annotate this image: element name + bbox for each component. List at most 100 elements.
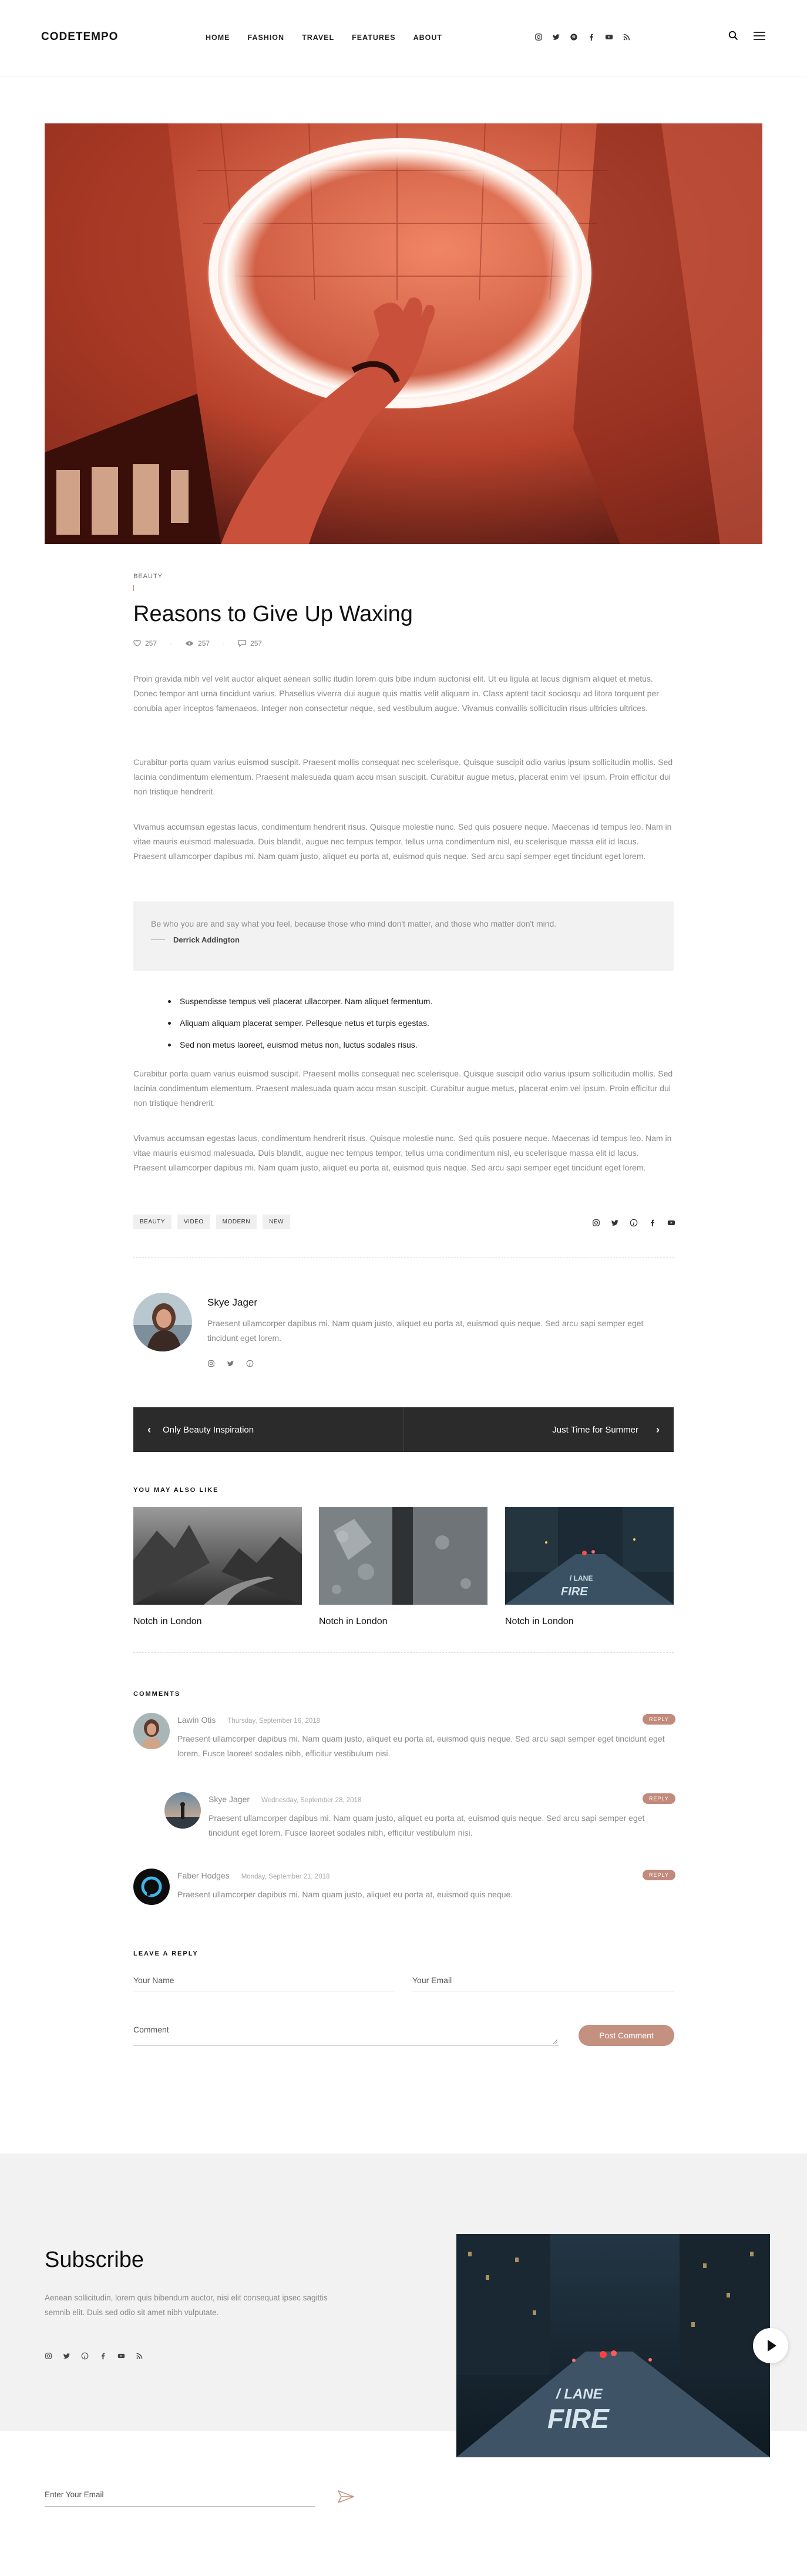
instagram-icon[interactable]	[534, 33, 543, 41]
twitter-icon[interactable]	[227, 1360, 234, 1367]
header-social	[534, 33, 631, 41]
facebook-icon[interactable]	[587, 33, 596, 41]
related-post-title[interactable]: Notch in London	[319, 1616, 487, 1627]
quote-author-name: Derrick Addington	[173, 935, 240, 944]
quote-text: Be who you are and say what you feel, be…	[151, 919, 557, 928]
nav-home[interactable]: HOME	[206, 33, 230, 42]
youtube-icon[interactable]	[605, 33, 613, 41]
comment-author: Faber Hodges Monday, September 21, 2018	[177, 1871, 329, 1880]
twitter-icon[interactable]	[63, 2352, 70, 2360]
list-item: Suspendisse tempus veli placerat ullacor…	[168, 991, 432, 1012]
related-post-title[interactable]: Notch in London	[133, 1616, 302, 1627]
rss-icon[interactable]	[136, 2352, 143, 2360]
comment-icon	[238, 640, 246, 647]
reply-heading: LEAVE A REPLY	[133, 1950, 199, 1957]
views-value: 257	[198, 639, 210, 648]
next-post-title: Just Time for Summer	[552, 1424, 638, 1435]
comment-author-name[interactable]: Faber Hodges	[177, 1871, 230, 1880]
pinterest-icon[interactable]	[570, 33, 578, 41]
nav-features[interactable]: FEATURES	[352, 33, 395, 42]
author-avatar[interactable]	[133, 1293, 192, 1351]
send-icon[interactable]	[338, 2490, 354, 2503]
subscribe-video-image[interactable]: / LANE FIRE	[456, 2234, 770, 2457]
avatar[interactable]	[133, 1713, 170, 1749]
instagram-icon[interactable]	[207, 1360, 215, 1367]
youtube-icon[interactable]	[117, 2352, 125, 2360]
prev-post-link[interactable]: ‹ Only Beauty Inspiration	[133, 1407, 404, 1452]
chevron-left-icon: ‹	[147, 1423, 151, 1435]
likes-count[interactable]: 257	[133, 639, 157, 648]
facebook-icon[interactable]	[99, 2352, 107, 2360]
svg-text:/ LANE: / LANE	[570, 1574, 593, 1582]
pinterest-icon[interactable]	[630, 1219, 638, 1227]
related-post[interactable]: / LANE FIRE Notch in London	[505, 1507, 674, 1627]
related-post[interactable]: Notch in London	[319, 1507, 487, 1627]
meta-separator: ·	[170, 639, 173, 648]
related-post-image[interactable]	[133, 1507, 302, 1605]
reply-button[interactable]: REPLY	[643, 1714, 675, 1725]
comments-value: 257	[250, 639, 263, 648]
rss-icon[interactable]	[623, 33, 631, 41]
tag-modern[interactable]: MODERN	[216, 1215, 257, 1229]
tag-video[interactable]: VIDEO	[177, 1215, 210, 1229]
twitter-icon[interactable]	[611, 1219, 619, 1227]
next-post-link[interactable]: Just Time for Summer ›	[404, 1407, 674, 1452]
post-category[interactable]: BEAUTY	[133, 573, 163, 580]
facebook-icon[interactable]	[648, 1219, 657, 1227]
twitter-icon[interactable]	[552, 33, 560, 41]
reply-button[interactable]: REPLY	[643, 1793, 675, 1804]
author-social	[207, 1360, 254, 1367]
share-icons	[592, 1219, 675, 1227]
comment-author-name[interactable]: Lawin Otis	[177, 1715, 216, 1725]
name-field[interactable]: Your Name	[133, 1975, 395, 1991]
comment-item: Faber Hodges Monday, September 21, 2018 R…	[133, 1869, 675, 1910]
comment-item: Skye Jager Wednesday, September 28, 2018 …	[164, 1792, 675, 1845]
header-actions	[728, 31, 765, 41]
play-button[interactable]	[753, 2328, 788, 2363]
related-post-title[interactable]: Notch in London	[505, 1616, 674, 1627]
list-item: Aliquam aliquam placerat semper. Pellesq…	[168, 1012, 432, 1034]
nav-fashion[interactable]: FASHION	[248, 33, 285, 42]
article-paragraph: Proin gravida nibh vel velit auctor aliq…	[133, 674, 659, 713]
comment-text: Praesent ullamcorper dapibus mi. Nam qua…	[177, 1890, 513, 1899]
author-name[interactable]: Skye Jager	[207, 1297, 257, 1309]
resize-handle-icon[interactable]	[552, 2039, 558, 2045]
nav-about[interactable]: ABOUT	[413, 33, 442, 42]
tag-beauty[interactable]: BEAUTY	[133, 1215, 172, 1229]
newsletter-email-input[interactable]: Enter Your Email	[45, 2490, 315, 2507]
instagram-icon[interactable]	[45, 2352, 52, 2360]
avatar[interactable]	[164, 1792, 201, 1829]
reply-button[interactable]: REPLY	[643, 1870, 675, 1880]
instagram-icon[interactable]	[592, 1219, 600, 1227]
quote-author: Derrick Addington	[151, 935, 656, 944]
search-icon[interactable]	[728, 31, 738, 41]
comment-field[interactable]: Comment	[133, 2025, 559, 2046]
comment-text: Praesent ullamcorper dapibus mi. Nam qua…	[177, 1734, 665, 1758]
pinterest-icon[interactable]	[81, 2352, 89, 2360]
play-icon	[768, 2340, 776, 2352]
related-post-image[interactable]	[319, 1507, 487, 1605]
post-comment-button[interactable]: Post Comment	[579, 2025, 674, 2046]
blockquote: Be who you are and say what you feel, be…	[133, 901, 674, 971]
related-heading: YOU MAY ALSO LIKE	[133, 1487, 219, 1494]
menu-icon[interactable]	[754, 31, 765, 41]
road-marking-fire: FIRE	[547, 2403, 610, 2434]
comments-count[interactable]: 257	[238, 639, 262, 648]
email-field[interactable]: Your Email	[412, 1975, 674, 1991]
main-nav: HOME FASHION TRAVEL FEATURES ABOUT	[206, 33, 442, 42]
meta-separator: ·	[223, 639, 226, 648]
youtube-icon[interactable]	[667, 1219, 675, 1227]
related-post-image[interactable]: / LANE FIRE	[505, 1507, 674, 1605]
comment-date: Thursday, September 16, 2018	[227, 1718, 321, 1725]
avatar[interactable]	[133, 1869, 170, 1905]
pinterest-icon[interactable]	[246, 1360, 254, 1367]
category-accent-line	[133, 585, 134, 591]
comment-date: Wednesday, September 28, 2018	[261, 1797, 362, 1804]
article-paragraph: Curabitur porta quam varius euismod susc…	[133, 1069, 673, 1108]
site-logo[interactable]: CODETEMPO	[41, 31, 118, 43]
tag-new[interactable]: NEW	[263, 1215, 290, 1229]
post-tags: BEAUTY VIDEO MODERN NEW	[133, 1215, 290, 1229]
nav-travel[interactable]: TRAVEL	[302, 33, 334, 42]
comment-author-name[interactable]: Skye Jager	[209, 1795, 250, 1804]
related-post[interactable]: Notch in London	[133, 1507, 302, 1627]
